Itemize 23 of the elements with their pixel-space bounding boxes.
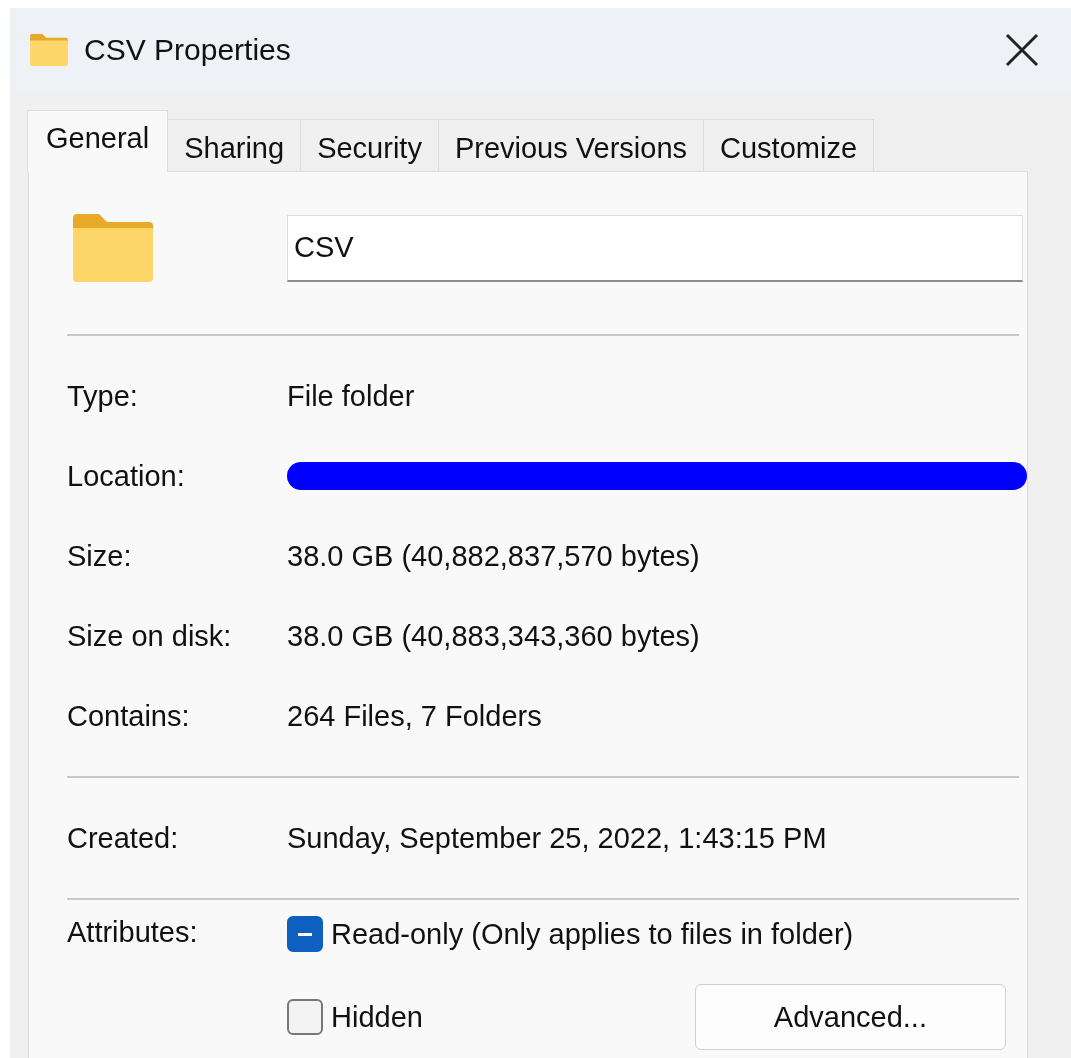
checkbox-label: Read-only (Only applies to files in folder) [331,917,854,951]
field-label: Location: [67,459,186,493]
field-value: 38.0 GB (40,882,837,570 bytes) [287,539,700,573]
tab[interactable]: Customize [703,119,875,171]
name-field[interactable]: CSV [287,214,1023,282]
window-title: CSV Properties [84,33,292,67]
checkbox[interactable] [287,999,323,1035]
advanced-button[interactable]: Advanced... [694,984,1006,1050]
field-value: 264 Files, 7 Folders [287,699,542,733]
field-value: 38.0 GB (40,883,343,360 bytes) [287,619,700,653]
field-label: Contains: [67,699,191,733]
field-label: Attributes: [67,916,199,950]
field-value: Sunday, September 25, 2022, 1:43:15 PM [287,821,827,855]
tab[interactable]: General [27,110,169,172]
field-label: Size on disk: [67,619,233,653]
folder-icon [28,33,70,67]
checkbox-label: Hidden [331,1000,423,1034]
checkbox[interactable] [287,916,323,952]
folder-icon [71,212,155,284]
field-label: Size: [67,539,133,573]
field-label: Created: [67,821,180,855]
field-label: Type: [67,379,139,413]
field-value: File folder [287,379,415,413]
